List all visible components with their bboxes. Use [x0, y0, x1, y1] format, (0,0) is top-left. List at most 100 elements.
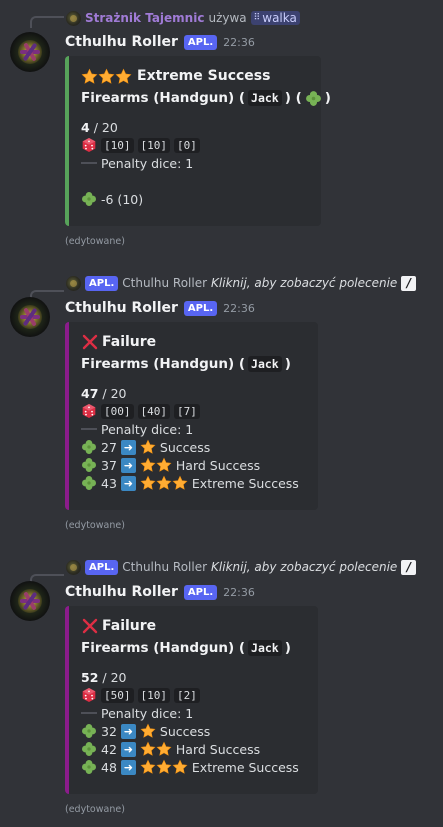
embed-title: Failure	[81, 332, 306, 352]
result-label: Failure	[102, 618, 157, 634]
luck-option: 27 ➜ Success	[81, 438, 306, 456]
arrow-right-icon: ➜	[120, 741, 136, 757]
embed-body: 52 / 20 [50] [10] [2] Penalty dice: 1 32…	[81, 668, 306, 776]
die-value: [10]	[137, 687, 170, 703]
luck-cost: 32	[101, 723, 117, 739]
three-stars-icon	[81, 68, 132, 85]
character-name: Jack	[248, 640, 282, 656]
roll-target: / 20	[102, 385, 127, 401]
roll-line: 47 / 20	[81, 384, 306, 402]
star-icon	[140, 439, 156, 455]
die-icon	[81, 137, 97, 153]
author-name[interactable]: Cthulhu Roller	[65, 584, 178, 600]
luck-result: Hard Success	[175, 457, 261, 473]
app-tag: APL.	[183, 300, 218, 316]
two-stars-icon	[140, 457, 172, 473]
luck-value: -6 (10)	[101, 191, 144, 207]
embed-body: 47 / 20 [00] [40] [7] Penalty dice: 1 27…	[81, 384, 306, 492]
app-tag: APL.	[183, 34, 218, 50]
clover-icon	[81, 759, 97, 775]
three-stars-icon	[140, 759, 188, 775]
avatar[interactable]	[10, 581, 50, 621]
luck-option: 37 ➜ Hard Success	[81, 456, 306, 474]
reply-action: używa	[208, 11, 247, 25]
luck-cost: 43	[101, 475, 117, 491]
result-label: Extreme Success	[137, 68, 271, 84]
clover-icon	[81, 457, 97, 473]
timestamp[interactable]: 22:36	[223, 586, 255, 599]
penalty-text: Penalty dice: 1	[101, 705, 194, 721]
clover-icon	[81, 475, 97, 491]
luck-cost: 37	[101, 457, 117, 473]
die-value: [00]	[101, 403, 134, 419]
app-tag: APL.	[85, 559, 119, 575]
command-mention[interactable]: ⠿ walka	[250, 11, 300, 25]
avatar[interactable]	[10, 32, 50, 72]
penalty-text: Penalty dice: 1	[101, 421, 194, 437]
arrow-right-icon: ➜	[120, 723, 136, 739]
result-label: Failure	[102, 334, 157, 350]
reply-preview[interactable]: APL. Cthulhu Roller Kliknij, aby zobaczy…	[66, 274, 417, 292]
slash-command-icon[interactable]: /	[401, 275, 417, 291]
skill-name: Firearms (Handgun) (	[81, 640, 246, 656]
roll-line: 4 / 20	[81, 118, 309, 136]
luck-cost: 27	[101, 439, 117, 455]
subtitle-paren-end: )	[324, 90, 331, 106]
dash-icon	[81, 712, 97, 714]
luck-option: 48 ➜ Extreme Success	[81, 758, 306, 776]
luck-option: 32 ➜ Success	[81, 722, 306, 740]
message-header: Cthulhu Roller APL. 22:36	[65, 582, 255, 602]
embed-subtitle: Firearms (Handgun) ( Jack )	[81, 354, 306, 374]
roll-embed: Extreme Success Firearms (Handgun) ( Jac…	[65, 56, 331, 226]
app-tag: APL.	[85, 275, 119, 291]
skill-name: Firearms (Handgun) (	[81, 356, 246, 372]
clover-icon	[81, 723, 97, 739]
reply-action[interactable]: Kliknij, aby zobaczyć polecenie	[211, 560, 397, 574]
message-header: Cthulhu Roller APL. 22:36	[65, 298, 255, 318]
subtitle-paren: )	[284, 356, 291, 372]
reply-avatar[interactable]	[66, 10, 81, 26]
die-value: [40]	[137, 403, 170, 419]
author-name[interactable]: Cthulhu Roller	[65, 34, 178, 50]
edited-label: (edytowane)	[65, 236, 125, 247]
character-name: Jack	[248, 356, 282, 372]
avatar[interactable]	[10, 297, 50, 337]
reply-username[interactable]: Cthulhu Roller	[122, 276, 207, 290]
clover-icon	[81, 191, 97, 207]
reply-action[interactable]: Kliknij, aby zobaczyć polecenie	[211, 276, 397, 290]
edited-label: (edytowane)	[65, 804, 125, 815]
reply-avatar[interactable]	[66, 275, 81, 291]
luck-cost: 48	[101, 759, 117, 775]
app-tag: APL.	[183, 584, 218, 600]
embed-title: Extreme Success	[81, 66, 309, 86]
dash-icon	[81, 162, 97, 164]
arrow-right-icon: ➜	[120, 759, 136, 775]
penalty-line: Penalty dice: 1	[81, 420, 306, 438]
slash-command-icon[interactable]: /	[401, 559, 417, 575]
die-value: [10]	[137, 137, 170, 153]
reply-connector	[30, 16, 64, 28]
arrow-right-icon: ➜	[120, 439, 136, 455]
timestamp[interactable]: 22:36	[223, 36, 255, 49]
reply-username[interactable]: Cthulhu Roller	[122, 560, 207, 574]
reply-username[interactable]: Strażnik Tajemnic	[85, 11, 204, 25]
subtitle-paren: )	[284, 640, 291, 656]
reply-preview[interactable]: Strażnik Tajemnic używa ⠿ walka	[66, 9, 300, 27]
roll-embed: Failure Firearms (Handgun) ( Jack ) 52 /…	[65, 606, 318, 794]
luck-result: Hard Success	[175, 741, 261, 757]
clover-icon	[81, 741, 97, 757]
roll-value: 52	[81, 669, 99, 685]
roll-embed: Failure Firearms (Handgun) ( Jack ) 47 /…	[65, 322, 318, 510]
red-x-icon	[81, 333, 99, 351]
luck-option: 42 ➜ Hard Success	[81, 740, 306, 758]
reply-avatar[interactable]	[66, 559, 81, 575]
luck-cost: 42	[101, 741, 117, 757]
star-icon	[140, 723, 156, 739]
author-name[interactable]: Cthulhu Roller	[65, 300, 178, 316]
penalty-text: Penalty dice: 1	[101, 155, 194, 171]
luck-result: Success	[159, 439, 211, 455]
timestamp[interactable]: 22:36	[223, 302, 255, 315]
embed-title: Failure	[81, 616, 306, 636]
reply-preview[interactable]: APL. Cthulhu Roller Kliknij, aby zobaczy…	[66, 558, 417, 576]
skill-name: Firearms (Handgun) (	[81, 90, 246, 106]
